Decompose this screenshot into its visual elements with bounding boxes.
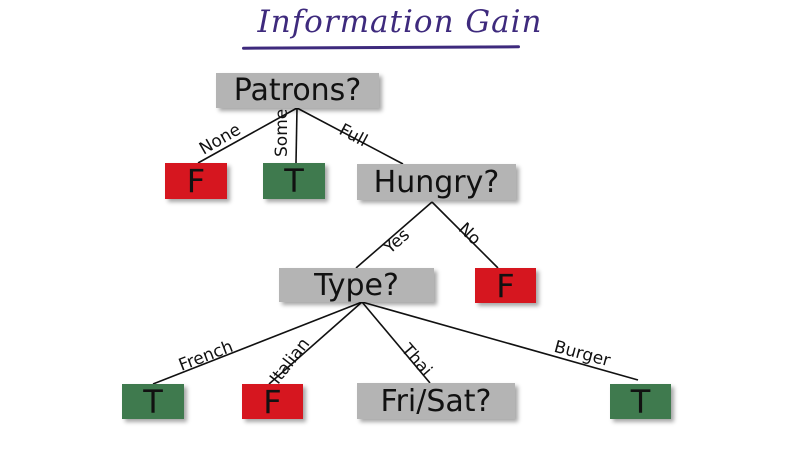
leaf-no-false: F bbox=[475, 267, 536, 305]
node-type: Type? bbox=[279, 268, 434, 303]
node-frisat: Fri/Sat? bbox=[357, 383, 515, 419]
leaf-french-true: T bbox=[122, 383, 184, 421]
node-hungry: Hungry? bbox=[357, 164, 516, 200]
leaf-some-true: T bbox=[263, 162, 325, 200]
leaf-italian-false: F bbox=[242, 383, 303, 421]
edge-some bbox=[295, 107, 298, 164]
node-patrons: Patrons? bbox=[216, 73, 379, 108]
edge-label-some: Some bbox=[272, 108, 292, 157]
leaf-none-false: F bbox=[165, 162, 227, 200]
leaf-burger-true: T bbox=[610, 383, 671, 421]
